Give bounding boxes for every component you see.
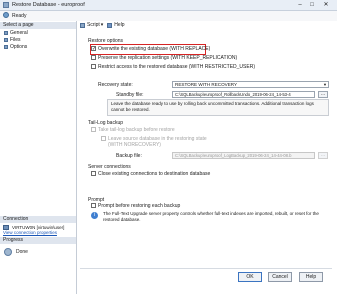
full-text-note: The Full-Text Upgrade server property co… <box>103 211 319 222</box>
overwrite-checkbox-row[interactable]: Overwrite the existing database (WITH RE… <box>91 46 210 53</box>
overwrite-checkbox[interactable] <box>91 46 96 52</box>
page-icon <box>4 37 8 42</box>
connection-header: Connection <box>0 216 76 223</box>
progress-status: Done <box>16 249 28 255</box>
recovery-note: Leave the database ready to use by rolli… <box>107 99 329 116</box>
recovery-state-value: RESTORE WITH RECOVERY <box>175 82 238 87</box>
overwrite-label: Overwrite the existing database (WITH RE… <box>98 46 211 52</box>
close-button[interactable]: ✕ <box>320 1 332 9</box>
preserve-label: Preserve the replication settings (WITH … <box>98 55 238 61</box>
page-icon <box>4 30 8 35</box>
standby-file-label: Standby file: <box>116 92 144 98</box>
close-connections-row[interactable]: Close existing connections to destinatio… <box>91 171 210 178</box>
prompt-before-each-label: Prompt before restoring each backup <box>98 203 181 209</box>
server-connections-title: Server connections <box>88 164 131 170</box>
page-icon <box>4 44 8 49</box>
page-item-options[interactable]: Options <box>4 44 27 50</box>
leave-restoring-sublabel: (WITH NORECOVERY) <box>108 142 161 148</box>
divider <box>80 268 332 269</box>
page-item-general[interactable]: General <box>4 30 28 36</box>
script-dropdown-icon[interactable]: ▾ <box>101 22 104 28</box>
window-title: Restore Database - europroof <box>12 2 85 8</box>
help-toolbar-button[interactable]: Help <box>114 22 124 28</box>
help-button[interactable]: Help <box>299 272 323 282</box>
chevron-down-icon: ▼ <box>323 82 327 87</box>
restrict-checkbox-row[interactable]: Restrict access to the restored database… <box>91 64 255 71</box>
backup-file-label: Backup file: <box>116 153 142 159</box>
select-page-header: Select a page <box>0 22 76 29</box>
status-bar <box>0 11 337 21</box>
preserve-checkbox-row[interactable]: Preserve the replication settings (WITH … <box>91 55 237 62</box>
info-icon: i <box>91 212 98 219</box>
maximize-button[interactable]: □ <box>306 1 318 9</box>
ok-button[interactable]: OK <box>238 272 262 282</box>
recovery-state-select[interactable]: RESTORE WITH RECOVERY ▼ <box>172 81 329 88</box>
view-connection-properties-link[interactable]: View connection properties <box>3 230 57 235</box>
page-item-label: General <box>10 30 28 36</box>
minimize-button[interactable]: – <box>294 1 306 9</box>
take-tail-log-checkbox[interactable] <box>91 127 96 133</box>
cancel-button[interactable]: Cancel <box>268 272 292 282</box>
page-item-label: Options <box>10 44 28 50</box>
prompt-before-each-row[interactable]: Prompt before restoring each backup <box>91 203 180 210</box>
close-connections-checkbox[interactable] <box>91 171 96 177</box>
progress-icon <box>4 248 12 256</box>
backup-browse-button[interactable]: … <box>318 152 328 159</box>
tail-log-title: Tail-Log backup <box>88 120 124 126</box>
ready-icon <box>3 12 9 18</box>
take-tail-log-label: Take tail-log backup before restore <box>98 127 175 133</box>
recovery-state-label: Recovery state: <box>98 82 133 88</box>
close-connections-label: Close existing connections to destinatio… <box>98 171 211 177</box>
script-button[interactable]: Script <box>87 22 100 28</box>
script-icon <box>80 22 85 28</box>
backup-file-input[interactable]: C:\SQLBackup\europroof_LogBackup_2019-06… <box>172 152 315 159</box>
leave-restoring-checkbox[interactable] <box>101 136 106 142</box>
page-item-files[interactable]: Files <box>4 37 21 43</box>
database-icon <box>3 2 9 8</box>
standby-browse-button[interactable]: … <box>318 91 328 98</box>
help-icon <box>107 22 113 28</box>
page-item-label: Files <box>10 37 21 43</box>
preserve-checkbox[interactable] <box>91 55 96 61</box>
ready-status: Ready <box>12 13 27 19</box>
standby-file-input[interactable]: C:\SQLBackup\europroof_RollbackUndo_2019… <box>172 91 315 98</box>
toolbar: Script▾ Help <box>80 22 131 30</box>
restrict-label: Restrict access to the restored database… <box>98 64 255 70</box>
take-tail-log-row[interactable]: Take tail-log backup before restore <box>91 127 175 134</box>
restrict-checkbox[interactable] <box>91 64 96 70</box>
prompt-before-each-checkbox[interactable] <box>91 203 96 209</box>
progress-header: Progress <box>0 237 76 244</box>
